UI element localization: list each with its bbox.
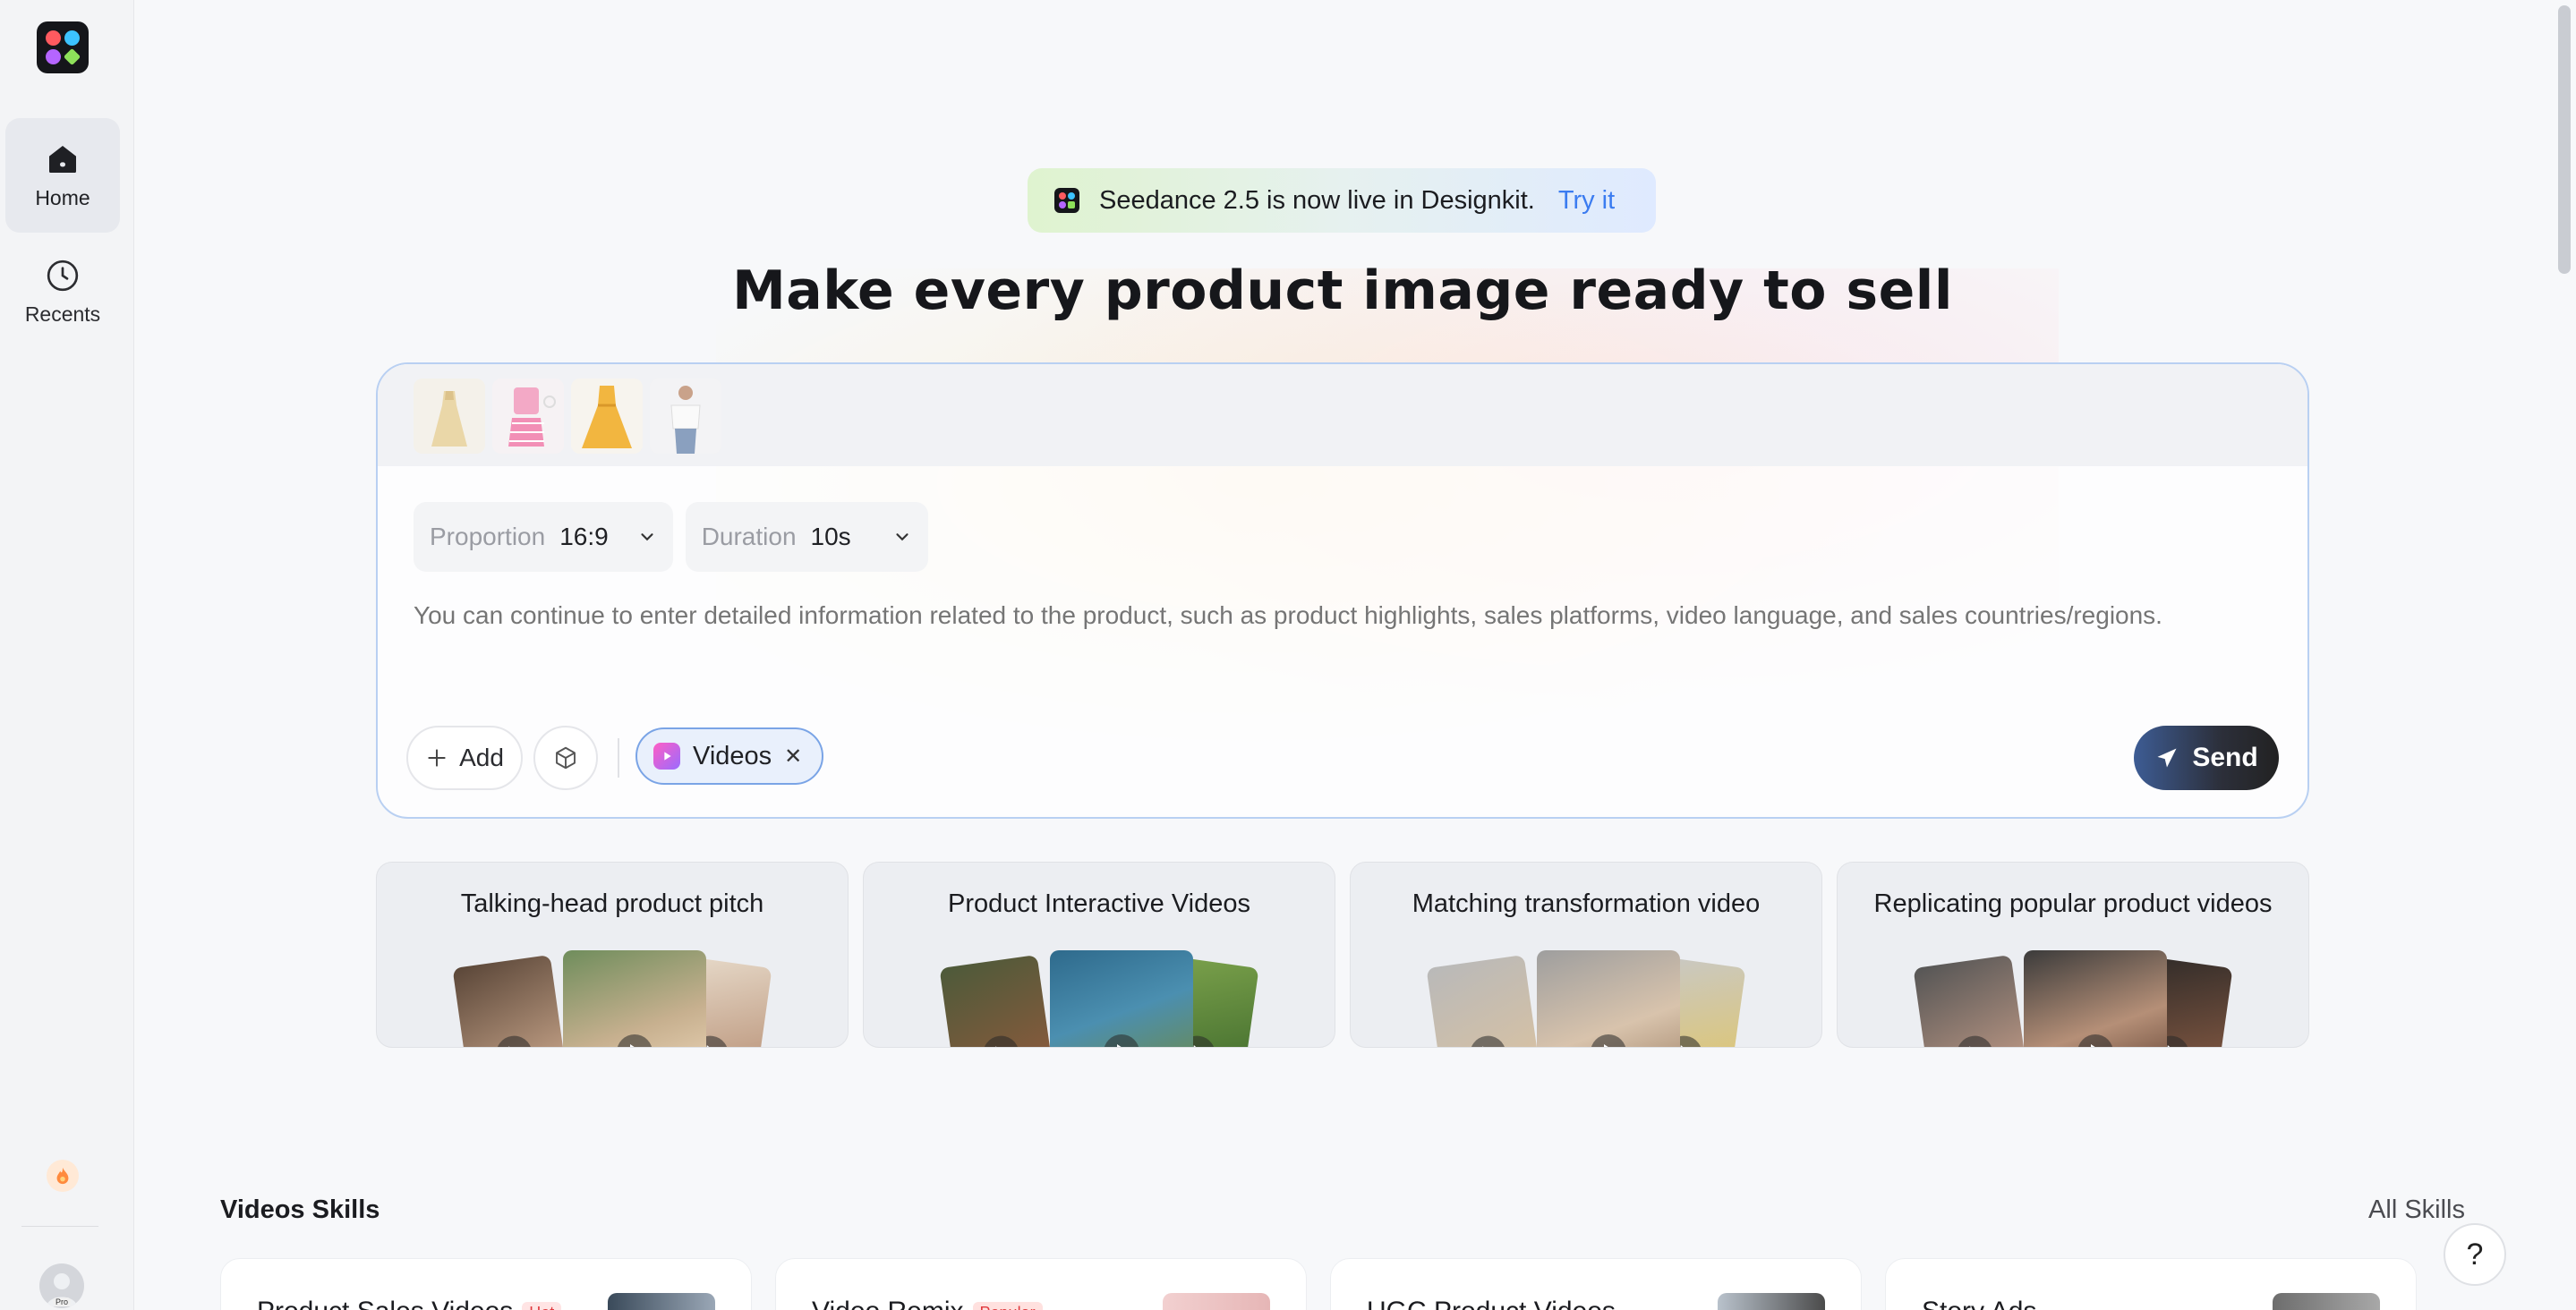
skill-card-video-remix[interactable]: Video Remix Popular xyxy=(775,1258,1307,1310)
page-title: Make every product image ready to sell xyxy=(732,259,1953,322)
skill-name: Video Remix xyxy=(812,1297,964,1310)
play-icon xyxy=(1591,1034,1626,1047)
video-preview-thumbnail xyxy=(1537,950,1680,1047)
template-card-talking-head[interactable]: Talking-head product pitch xyxy=(376,862,849,1048)
product-thumbnail-strip xyxy=(378,364,2307,466)
video-preview-thumbnail xyxy=(1426,954,1540,1047)
product-thumbnail[interactable] xyxy=(650,379,721,454)
duration-dropdown[interactable]: Duration 10s xyxy=(685,502,928,572)
product-thumbnail[interactable] xyxy=(571,379,643,454)
try-it-link[interactable]: Try it xyxy=(1558,186,1615,216)
preview-stack xyxy=(1913,950,2233,1047)
product-thumbnail[interactable] xyxy=(492,379,564,454)
page-scrollbar[interactable] xyxy=(2558,5,2571,274)
preview-stack xyxy=(452,950,772,1047)
prompt-input[interactable] xyxy=(414,601,2275,630)
designkit-logo[interactable] xyxy=(37,21,89,73)
skill-card-ugc-product-videos[interactable]: UGC Product Videos xyxy=(1330,1258,1862,1310)
announcement-text: Seedance 2.5 is now live in Designkit. xyxy=(1099,185,1535,215)
template-card-interactive[interactable]: Product Interactive Videos xyxy=(863,862,1335,1048)
play-icon xyxy=(1104,1034,1139,1047)
duration-value: 10s xyxy=(810,523,851,550)
paper-plane-icon xyxy=(2157,748,2177,768)
video-play-icon xyxy=(653,743,680,770)
all-skills-link[interactable]: All Skills xyxy=(2368,1195,2465,1225)
toolbar-divider xyxy=(618,738,619,778)
clock-icon xyxy=(47,259,79,291)
play-icon xyxy=(493,1034,535,1047)
sidebar-item-home[interactable]: Home xyxy=(5,118,120,233)
skill-card-title: Product Sales Videos Hot xyxy=(257,1297,562,1310)
play-icon xyxy=(2077,1034,2113,1047)
video-preview-thumbnail xyxy=(1050,950,1193,1047)
skill-card-product-sales-videos[interactable]: Product Sales Videos Hot xyxy=(220,1258,752,1310)
skill-card-title: UGC Product Videos xyxy=(1367,1297,1616,1310)
sidebar-divider xyxy=(21,1226,98,1227)
cube-icon xyxy=(556,746,576,770)
announcement-banner: Seedance 2.5 is now live in Designkit. T… xyxy=(1028,168,1656,233)
preview-stack xyxy=(1426,950,1746,1047)
chevron-down-icon xyxy=(896,533,908,541)
send-button[interactable]: Send xyxy=(2134,726,2279,790)
designkit-mini-logo-icon xyxy=(1054,188,1079,213)
skill-name: Story Ads xyxy=(1922,1297,2036,1310)
proportion-label: Proportion xyxy=(430,523,546,550)
proportion-value: 16:9 xyxy=(559,523,609,550)
sidebar: Home Recents Pro xyxy=(0,0,134,1310)
skill-preview-image xyxy=(2273,1293,2380,1310)
hot-badge: Hot xyxy=(522,1301,562,1310)
template-cards: Talking-head product pitch Product Inter… xyxy=(376,862,2309,1048)
duration-label: Duration xyxy=(701,523,797,550)
skill-name: UGC Product Videos xyxy=(1367,1297,1616,1310)
video-preview-thumbnail xyxy=(1913,954,2027,1047)
add-button-label: Add xyxy=(459,744,504,771)
preview-stack xyxy=(939,950,1259,1047)
play-icon xyxy=(1954,1034,1996,1047)
skill-card-title: Video Remix Popular xyxy=(812,1297,1043,1310)
product-3d-button[interactable] xyxy=(533,726,598,790)
videos-skills-heading: Videos Skills xyxy=(220,1195,380,1224)
composer-toolbar: Add Videos ✕ Send xyxy=(406,726,2279,790)
template-card-title: Replicating popular product videos xyxy=(1873,889,2273,918)
pro-badge: Pro xyxy=(53,1297,72,1306)
skill-card-title: Story Ads xyxy=(1922,1297,2036,1310)
chevron-down-icon xyxy=(641,533,653,541)
send-button-label: Send xyxy=(2192,743,2258,772)
template-card-replicating[interactable]: Replicating popular product videos xyxy=(1837,862,2309,1048)
play-icon xyxy=(1467,1034,1509,1047)
skill-card-story-ads[interactable]: Story Ads xyxy=(1885,1258,2417,1310)
close-icon[interactable]: ✕ xyxy=(784,744,802,770)
popular-badge: Popular xyxy=(972,1301,1043,1310)
template-card-title: Talking-head product pitch xyxy=(460,889,764,918)
template-card-transformation[interactable]: Matching transformation video xyxy=(1350,862,1822,1048)
prompt-composer: Proportion 16:9 Duration 10s Add Videos … xyxy=(376,362,2309,819)
sidebar-item-label: Recents xyxy=(24,302,101,326)
help-button[interactable]: ? xyxy=(2444,1223,2506,1286)
play-icon xyxy=(980,1034,1022,1047)
credits-flame-icon[interactable] xyxy=(47,1160,79,1192)
video-preview-thumbnail xyxy=(2024,950,2167,1047)
skill-preview-image xyxy=(1163,1293,1270,1310)
template-card-title: Product Interactive Videos xyxy=(948,889,1250,918)
video-preview-thumbnail xyxy=(563,950,706,1047)
plus-icon xyxy=(428,749,446,767)
play-icon xyxy=(617,1034,653,1047)
videos-mode-chip[interactable]: Videos ✕ xyxy=(635,727,824,785)
user-avatar[interactable]: Pro xyxy=(39,1263,84,1308)
proportion-dropdown[interactable]: Proportion 16:9 xyxy=(414,502,673,572)
sidebar-item-recents[interactable]: Recents xyxy=(5,234,120,349)
add-button[interactable]: Add xyxy=(406,726,523,790)
template-card-title: Matching transformation video xyxy=(1412,889,1761,918)
chip-label: Videos xyxy=(693,741,772,770)
product-thumbnail[interactable] xyxy=(414,379,485,454)
video-preview-thumbnail xyxy=(939,954,1053,1047)
skills-list: Product Sales Videos Hot Video Remix Popul… xyxy=(220,1258,2417,1310)
sidebar-item-label: Home xyxy=(35,185,90,209)
skill-preview-image xyxy=(608,1293,715,1310)
skill-preview-image xyxy=(1718,1293,1825,1310)
home-icon xyxy=(49,145,76,173)
skill-name: Product Sales Videos xyxy=(257,1297,513,1310)
video-preview-thumbnail xyxy=(452,954,567,1047)
